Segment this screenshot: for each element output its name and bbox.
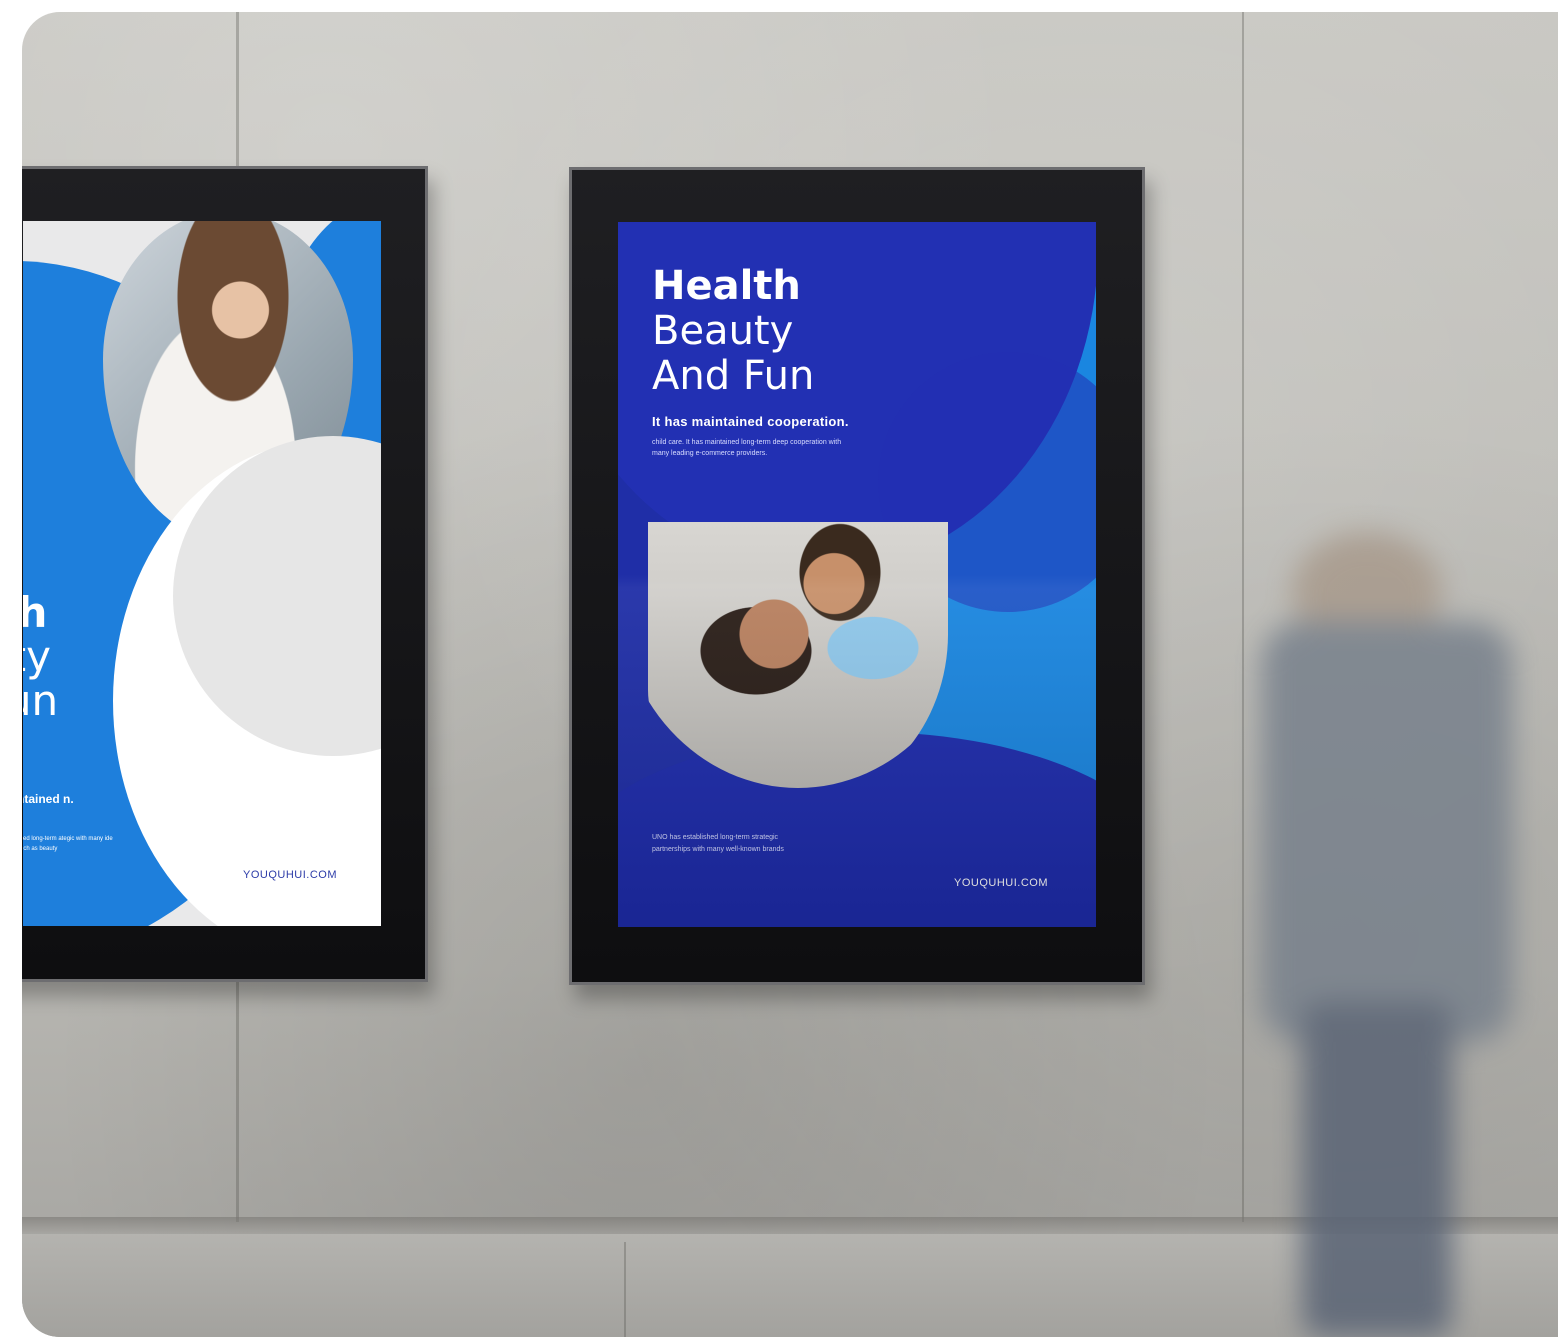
title-line-2: Beauty — [652, 308, 794, 354]
pedestrian-torso — [1262, 622, 1512, 1042]
title-line-3: And Fun — [652, 353, 815, 399]
billboard-photo: lth uty Fun ntained n. cked long-term at… — [22, 12, 1558, 1337]
left-poster-brand: YOUQUHUI.COM — [243, 869, 337, 881]
left-poster-body: cked long-term ategic with many ide such… — [23, 836, 113, 852]
right-poster-footer: UNO has established long-term strategic … — [652, 834, 784, 853]
right-poster: Health Beauty And Fun It has maintained … — [618, 222, 1096, 927]
title-line-3: Fun — [23, 676, 59, 725]
sidewalk-seam — [624, 1242, 626, 1337]
title-line-1: lth — [23, 588, 48, 637]
title-line-2: uty — [23, 632, 51, 681]
right-poster-title: Health Beauty And Fun — [652, 264, 814, 399]
pedestrian-legs — [1302, 1002, 1452, 1337]
left-poster-subtitle: ntained n. — [23, 792, 74, 806]
blurred-pedestrian — [1222, 532, 1552, 1337]
title-line-1: Health — [652, 263, 801, 309]
left-billboard-frame: lth uty Fun ntained n. cked long-term at… — [22, 166, 428, 982]
right-billboard-frame: Health Beauty And Fun It has maintained … — [569, 167, 1145, 985]
right-poster-subtitle: It has maintained cooperation. — [652, 414, 849, 429]
left-poster-title: lth uty Fun — [23, 591, 58, 723]
right-poster-brand: YOUQUHUI.COM — [954, 877, 1048, 889]
right-poster-body: child care. It has maintained long-term … — [652, 439, 842, 457]
left-poster: lth uty Fun ntained n. cked long-term at… — [23, 221, 381, 926]
